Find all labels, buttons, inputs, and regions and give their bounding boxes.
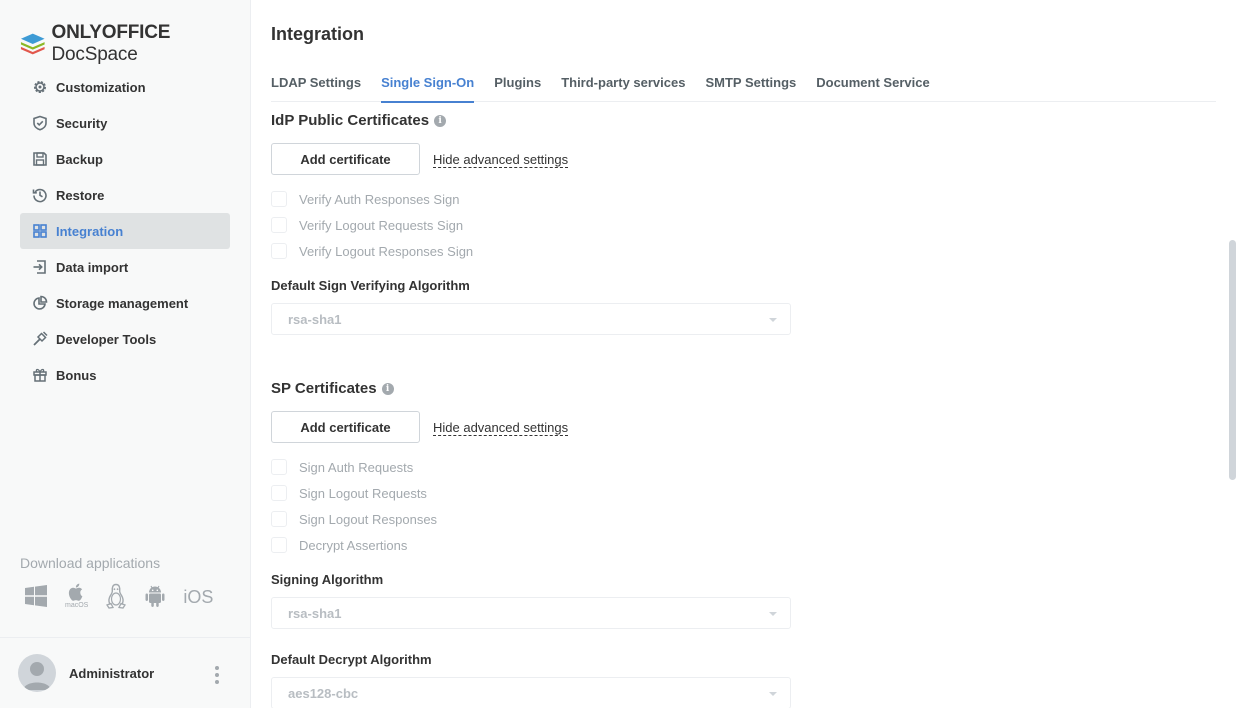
checkbox-label: Sign Logout Requests [299, 485, 427, 501]
download-applications-title: Download applications [20, 555, 161, 571]
sidebar-item-storage-management[interactable]: Storage management [20, 285, 230, 321]
checkbox-box[interactable] [271, 459, 287, 475]
sidebar-item-data-import[interactable]: Data import [20, 249, 230, 285]
checkbox-box[interactable] [271, 243, 287, 259]
sidebar-item-developer-tools[interactable]: Developer Tools [20, 321, 230, 357]
save-icon [31, 150, 49, 168]
apple-icon[interactable]: macOS [65, 583, 88, 609]
idp-certificates-title-text: IdP Public Certificates [271, 112, 430, 129]
linux-icon[interactable] [105, 583, 127, 609]
chevron-down-icon [769, 692, 777, 696]
sp-hide-advanced-settings-link[interactable]: Hide advanced settings [433, 420, 569, 436]
settings-nav: Customization Security Backup Restore In… [20, 69, 230, 393]
sidebar-item-label: Developer Tools [56, 331, 157, 347]
history-icon [31, 186, 49, 204]
profile-name: Administrator [69, 665, 155, 681]
tab-document-service[interactable]: Document Service [816, 72, 929, 102]
checkbox-box[interactable] [271, 191, 287, 207]
sidebar-item-integration[interactable]: Integration [20, 213, 230, 249]
verify-auth-responses-sign-checkbox[interactable]: Verify Auth Responses Sign [271, 191, 459, 207]
sidebar-item-label: Restore [56, 187, 105, 203]
sp-certificates-title: SP Certificates i [271, 380, 394, 397]
signing-algorithm-label: Signing Algorithm [271, 572, 384, 587]
sidebar-item-label: Backup [56, 151, 103, 167]
default-decrypt-algorithm-label: Default Decrypt Algorithm [271, 652, 432, 667]
sp-add-certificate-button[interactable]: Add certificate [271, 411, 420, 443]
default-sign-verifying-algorithm-select[interactable]: rsa-sha1 [271, 303, 791, 335]
sidebar-item-label: Integration [56, 223, 124, 239]
ios-label: iOS [183, 586, 214, 607]
pie-chart-icon [31, 294, 49, 312]
grid-icon [31, 222, 49, 240]
checkbox-label: Verify Logout Requests Sign [299, 217, 464, 233]
profile-menu-icon[interactable] [212, 666, 222, 684]
sidebar-item-backup[interactable]: Backup [20, 141, 230, 177]
tab-single-sign-on[interactable]: Single Sign-On [381, 72, 475, 103]
checkbox-label: Sign Logout Responses [299, 511, 438, 527]
tab-plugins[interactable]: Plugins [494, 72, 541, 102]
macos-label: macOS [65, 602, 89, 609]
profile-bar: Administrator [0, 637, 250, 708]
download-apps: macOS iOS [24, 583, 230, 609]
checkbox-box[interactable] [271, 485, 287, 501]
import-icon [31, 258, 49, 276]
windows-icon[interactable] [24, 584, 48, 608]
checkbox-label: Verify Auth Responses Sign [299, 191, 460, 207]
sidebar: ONLYOFFICE DocSpace Customization Securi… [0, 0, 251, 708]
tab-smtp-settings[interactable]: SMTP Settings [705, 72, 796, 102]
idp-hide-advanced-settings-link[interactable]: Hide advanced settings [433, 152, 569, 168]
checkbox-label: Verify Logout Responses Sign [299, 243, 474, 259]
gift-icon [31, 366, 49, 384]
settings-tabs: LDAP Settings Single Sign-On Plugins Thi… [271, 72, 1216, 103]
sidebar-item-label: Customization [56, 79, 146, 95]
info-icon[interactable]: i [381, 382, 394, 395]
checkbox-label: Sign Auth Requests [299, 459, 414, 475]
tab-third-party-services[interactable]: Third-party services [561, 72, 685, 102]
sp-certificates-title-text: SP Certificates [271, 380, 377, 397]
logo-text: ONLYOFFICE DocSpace [51, 22, 171, 65]
idp-certificates-title: IdP Public Certificates i [271, 112, 447, 129]
chevron-down-icon [769, 612, 777, 616]
info-icon[interactable]: i [434, 114, 447, 127]
sidebar-item-label: Storage management [56, 295, 189, 311]
sidebar-item-bonus[interactable]: Bonus [20, 357, 230, 393]
main-content: Integration LDAP Settings Single Sign-On… [271, 0, 1217, 708]
sign-logout-requests-checkbox[interactable]: Sign Logout Requests [271, 485, 427, 501]
page-title: Integration [271, 24, 364, 44]
logo-icon [20, 33, 45, 55]
sidebar-item-label: Data import [56, 259, 129, 275]
checkbox-box[interactable] [271, 511, 287, 527]
checkbox-box[interactable] [271, 217, 287, 233]
sidebar-item-customization[interactable]: Customization [20, 69, 230, 105]
default-decrypt-algorithm-select[interactable]: aes128-cbc [271, 677, 791, 708]
sign-logout-responses-checkbox[interactable]: Sign Logout Responses [271, 511, 437, 527]
sidebar-item-label: Bonus [56, 367, 97, 383]
checkbox-label: Decrypt Assertions [299, 537, 408, 553]
tab-ldap-settings[interactable]: LDAP Settings [271, 72, 361, 102]
scrollbar[interactable] [1229, 240, 1236, 480]
sidebar-item-label: Security [56, 115, 108, 131]
wrench-icon [31, 330, 49, 348]
android-icon[interactable] [144, 584, 166, 608]
verify-logout-responses-sign-checkbox[interactable]: Verify Logout Responses Sign [271, 243, 473, 259]
sidebar-item-security[interactable]: Security [20, 105, 230, 141]
select-value: aes128-cbc [288, 685, 359, 701]
verify-logout-requests-sign-checkbox[interactable]: Verify Logout Requests Sign [271, 217, 463, 233]
decrypt-assertions-checkbox[interactable]: Decrypt Assertions [271, 537, 407, 553]
sign-auth-requests-checkbox[interactable]: Sign Auth Requests [271, 459, 413, 475]
shield-icon [31, 114, 49, 132]
chevron-down-icon [769, 318, 777, 322]
signing-algorithm-select[interactable]: rsa-sha1 [271, 597, 791, 629]
gear-icon [31, 78, 49, 96]
select-value: rsa-sha1 [288, 311, 342, 327]
select-value: rsa-sha1 [288, 605, 342, 621]
sidebar-item-restore[interactable]: Restore [20, 177, 230, 213]
app-logo[interactable]: ONLYOFFICE DocSpace [20, 22, 250, 66]
avatar[interactable] [18, 654, 56, 692]
default-sign-verifying-algorithm-label: Default Sign Verifying Algorithm [271, 278, 470, 293]
ios-app-link[interactable]: iOS [183, 585, 213, 608]
idp-add-certificate-button[interactable]: Add certificate [271, 143, 420, 175]
checkbox-box[interactable] [271, 537, 287, 553]
